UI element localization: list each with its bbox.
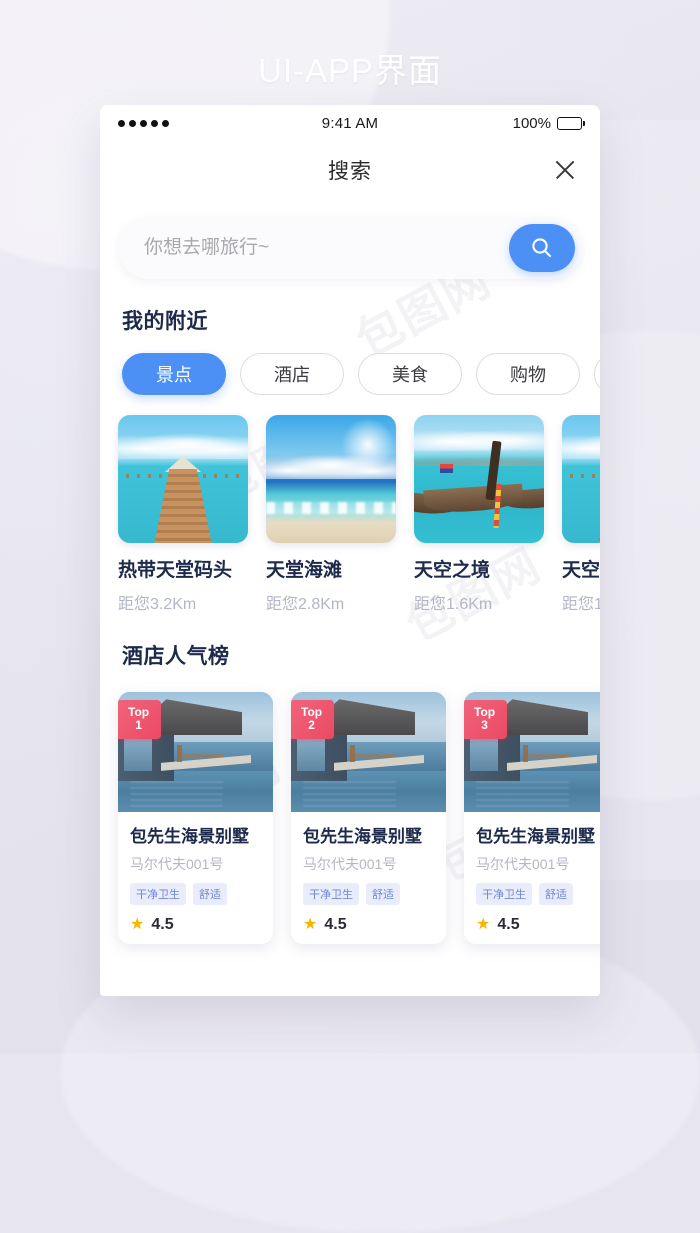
hotel-tags: 干净卫生 舒适 bbox=[303, 883, 434, 905]
close-icon[interactable] bbox=[552, 157, 578, 183]
attraction-card[interactable]: 天堂海滩 距您2.8Km bbox=[266, 415, 396, 614]
tab-attractions[interactable]: 景点 bbox=[122, 353, 226, 395]
phone-frame: 9:41 AM 100% 搜索 包图网 包图网 包图网 包图网 包图网 我的附近 bbox=[100, 105, 600, 996]
rating-value: 4.5 bbox=[324, 916, 347, 933]
attraction-card[interactable]: 热带天堂码头 距您3.2Km bbox=[118, 415, 248, 614]
hotel-tags: 干净卫生 舒适 bbox=[130, 883, 261, 905]
star-icon: ★ bbox=[303, 916, 318, 933]
hotel-tag: 干净卫生 bbox=[476, 883, 532, 905]
tab-hotels[interactable]: 酒店 bbox=[240, 353, 344, 395]
hotel-address: 马尔代夫001号 bbox=[303, 856, 397, 872]
hotel-tags: 干净卫生 舒适 bbox=[476, 883, 600, 905]
nav-bar: 搜索 bbox=[100, 141, 600, 199]
tab-label: 美食 bbox=[392, 365, 428, 385]
hotel-card[interactable]: Top 2 包先生海景别墅 马尔代夫001号 干净卫生 舒适 ★ 4.5 bbox=[291, 692, 446, 944]
section-title-nearby: 我的附近 bbox=[122, 310, 208, 333]
hotel-tag: 舒适 bbox=[366, 883, 400, 905]
section-title-hotels: 酒店人气榜 bbox=[122, 645, 230, 668]
attraction-card-list: 热带天堂码头 距您3.2Km 天堂海滩 距您2.8Km 天空之境 距您1.6Km bbox=[100, 415, 600, 614]
hotel-tag: 干净卫生 bbox=[130, 883, 186, 905]
search-bar[interactable] bbox=[118, 217, 582, 279]
tab-shopping[interactable]: 购物 bbox=[476, 353, 580, 395]
star-icon: ★ bbox=[476, 916, 491, 933]
status-bar: 9:41 AM 100% bbox=[100, 105, 600, 141]
hotel-address: 马尔代夫001号 bbox=[130, 856, 224, 872]
hotel-tag: 舒适 bbox=[193, 883, 227, 905]
rank-badge: Top 3 bbox=[464, 700, 508, 739]
hotel-photo: Top 3 bbox=[464, 692, 600, 812]
battery-icon bbox=[557, 116, 586, 130]
rank-number: 2 bbox=[308, 718, 315, 732]
hotel-card-list: Top 1 包先生海景别墅 马尔代夫001号 干净卫生 舒适 ★ 4.5 Top… bbox=[100, 692, 600, 944]
attraction-distance: 距您1.2Km bbox=[562, 596, 600, 613]
hotel-name: 包先生海景别墅 bbox=[303, 827, 422, 846]
rating-value: 4.5 bbox=[497, 916, 520, 933]
screen-content: 包图网 包图网 包图网 包图网 包图网 我的附近 景点 酒店 美食 购物 玩乐 bbox=[100, 199, 600, 996]
attraction-photo bbox=[414, 415, 544, 543]
attraction-name: 天空之境 bbox=[562, 560, 600, 581]
attraction-distance: 距您3.2Km bbox=[118, 596, 197, 613]
rating-value: 4.5 bbox=[151, 916, 174, 933]
page-heading: 搜索 bbox=[328, 160, 372, 183]
status-time: 9:41 AM bbox=[321, 114, 379, 132]
hotel-name: 包先生海景别墅 bbox=[130, 827, 249, 846]
attraction-name: 热带天堂码头 bbox=[118, 560, 233, 581]
search-input[interactable] bbox=[144, 237, 509, 259]
hotel-address: 马尔代夫001号 bbox=[476, 856, 570, 872]
tab-label: 购物 bbox=[510, 365, 546, 385]
attraction-photo bbox=[266, 415, 396, 543]
attraction-distance: 距您2.8Km bbox=[266, 596, 345, 613]
attraction-name: 天空之境 bbox=[414, 560, 491, 581]
rank-number: 3 bbox=[481, 718, 488, 732]
attraction-card[interactable]: 天空之境 距您1.2Km bbox=[562, 415, 600, 614]
hotel-tag: 干净卫生 bbox=[303, 883, 359, 905]
rank-badge: Top 1 bbox=[118, 700, 162, 739]
attraction-photo bbox=[562, 415, 600, 543]
hotel-rating: ★ 4.5 bbox=[303, 916, 434, 934]
rank-prefix: Top bbox=[128, 705, 150, 719]
star-icon: ★ bbox=[130, 916, 145, 933]
attraction-distance: 距您1.6Km bbox=[414, 596, 493, 613]
hotel-photo: Top 2 bbox=[291, 692, 446, 812]
rank-number: 1 bbox=[135, 718, 142, 732]
attraction-photo bbox=[118, 415, 248, 543]
tab-food[interactable]: 美食 bbox=[358, 353, 462, 395]
attraction-card[interactable]: 天空之境 距您1.6Km bbox=[414, 415, 544, 614]
search-button[interactable] bbox=[509, 224, 575, 272]
hotel-card[interactable]: Top 1 包先生海景别墅 马尔代夫001号 干净卫生 舒适 ★ 4.5 bbox=[118, 692, 273, 944]
tab-label: 景点 bbox=[156, 365, 192, 385]
hotel-rating: ★ 4.5 bbox=[476, 916, 600, 934]
search-icon bbox=[532, 238, 552, 258]
rank-prefix: Top bbox=[474, 705, 496, 719]
rank-prefix: Top bbox=[301, 705, 323, 719]
tab-entertainment[interactable]: 玩乐 bbox=[594, 353, 600, 395]
hotel-name: 包先生海景别墅 bbox=[476, 827, 595, 846]
hotel-photo: Top 1 bbox=[118, 692, 273, 812]
rank-badge: Top 2 bbox=[291, 700, 335, 739]
hotel-rating: ★ 4.5 bbox=[130, 916, 261, 934]
attraction-name: 天堂海滩 bbox=[266, 560, 343, 581]
category-tabs: 景点 酒店 美食 购物 玩乐 bbox=[100, 353, 600, 395]
page-title: UI-APP界面 bbox=[257, 52, 443, 89]
tab-label: 酒店 bbox=[274, 365, 310, 385]
hotel-card[interactable]: Top 3 包先生海景别墅 马尔代夫001号 干净卫生 舒适 ★ 4.5 bbox=[464, 692, 600, 944]
hotel-tag: 舒适 bbox=[539, 883, 573, 905]
